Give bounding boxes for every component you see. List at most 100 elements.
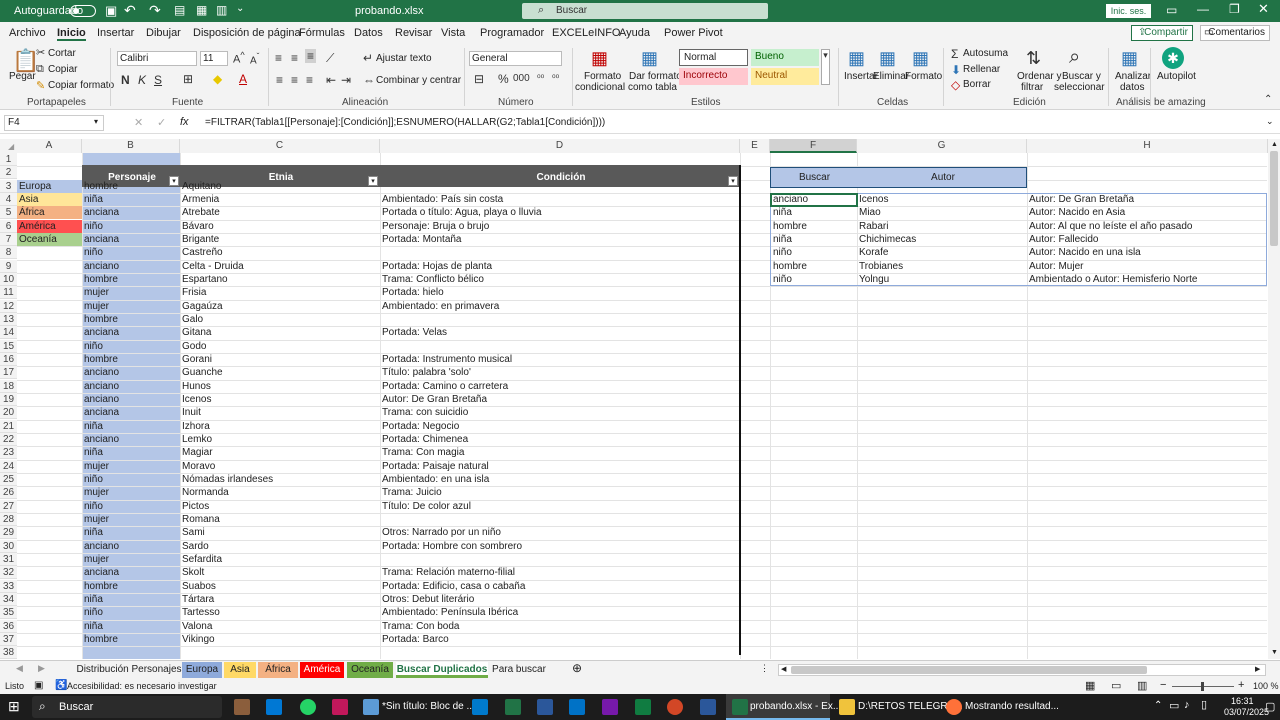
condicion-cell[interactable]: Portada: Hombre con sombrero [380, 540, 740, 553]
windows-start-icon[interactable]: ⊞ [8, 698, 20, 715]
etnia-cell[interactable]: Atrebate [180, 206, 380, 219]
vertical-scroll-thumb[interactable] [1270, 151, 1278, 246]
copy-label[interactable]: Copiar [48, 64, 77, 75]
condicion-cell[interactable]: Título: De color azul [380, 500, 740, 513]
column-header[interactable]: E [740, 139, 770, 153]
undo-icon[interactable]: ↶ [124, 2, 136, 19]
column-header[interactable]: A [17, 139, 82, 153]
page-layout-icon[interactable]: ▭ [1111, 679, 1121, 692]
redo-icon[interactable]: ↷ [149, 2, 161, 19]
fill-icon[interactable]: ⬇ [951, 63, 961, 77]
analyze-data-label-1[interactable]: Analizar [1115, 71, 1151, 82]
sort-icon[interactable]: ▥ [216, 3, 227, 17]
etnia-cell[interactable]: Gitana [180, 326, 380, 339]
customize-qat-icon[interactable]: ⌄ [236, 3, 244, 14]
column-header[interactable]: F [770, 139, 857, 153]
etnia-cell[interactable]: Normanda [180, 486, 380, 499]
autopilot-icon[interactable]: ✱ [1162, 47, 1184, 69]
row-header[interactable]: 31 [0, 553, 17, 566]
sheet-tab[interactable]: Buscar Duplicados [396, 662, 488, 678]
etnia-cell[interactable]: Valona [180, 620, 380, 633]
scroll-right-icon[interactable]: ▶ [1255, 665, 1260, 673]
volume-icon[interactable]: ♪ [1184, 699, 1190, 711]
autosum-label[interactable]: Autosuma [963, 48, 1008, 59]
sheet-tab[interactable]: Europa [182, 662, 222, 678]
increase-font-icon[interactable]: A^ [233, 50, 245, 66]
formula-input[interactable]: =FILTRAR(Tabla1[[Personaje]:[Condición]]… [205, 117, 1255, 128]
row-header[interactable]: 22 [0, 433, 17, 446]
align-middle-icon[interactable]: ≡ [291, 51, 298, 65]
etnia-cell[interactable]: Gagaúza [180, 300, 380, 313]
condicion-cell[interactable]: Portada: Edificio, casa o cabaña [380, 580, 740, 593]
etnia-cell[interactable]: Romana [180, 513, 380, 526]
sheet-tab[interactable]: Para buscar [490, 662, 548, 678]
condicion-cell[interactable]: Otros: Debut literário [380, 593, 740, 606]
etnia-cell[interactable]: Sardo [180, 540, 380, 553]
taskbar-app-firefox[interactable]: Mostrando resultad... [965, 701, 1059, 712]
whatsapp-icon[interactable] [300, 699, 316, 715]
ribbon-display-icon[interactable]: ▭ [1166, 3, 1177, 17]
insert-cells-icon[interactable]: ▦ [848, 48, 865, 69]
align-top-icon[interactable]: ≡ [275, 51, 282, 65]
region-cell[interactable]: Asia [17, 193, 82, 206]
column-header[interactable]: C [180, 139, 380, 153]
format-painter-label[interactable]: Copiar formato [48, 80, 114, 91]
sort-filter-icon[interactable]: ⇅ [1026, 48, 1041, 69]
scroll-left-icon[interactable]: ◀ [781, 665, 786, 673]
condicion-cell[interactable] [380, 340, 740, 353]
row-header[interactable]: 3 [0, 180, 17, 193]
find-select-label-2[interactable]: seleccionar [1054, 82, 1105, 93]
sheet-tab[interactable]: África [258, 662, 298, 678]
etnia-cell[interactable]: Galo [180, 313, 380, 326]
align-left-icon[interactable]: ≡ [276, 73, 283, 87]
comma-icon[interactable]: 000 [513, 73, 530, 84]
result-personaje-cell[interactable]: niño [771, 273, 857, 286]
region-cell[interactable]: Europa [17, 180, 82, 193]
etnia-cell[interactable]: Icenos [180, 393, 380, 406]
onenote-icon[interactable] [602, 699, 618, 715]
word-icon[interactable] [700, 699, 716, 715]
accessibility-icon[interactable]: ♿ [55, 680, 67, 691]
app-icon[interactable] [332, 699, 348, 715]
personaje-cell[interactable]: anciano [82, 380, 180, 393]
style-bueno[interactable]: Bueno [751, 49, 819, 66]
close-icon[interactable]: ✕ [1258, 1, 1269, 17]
personaje-cell[interactable]: anciana [82, 406, 180, 419]
condicion-cell[interactable]: Portada: Instrumento musical [380, 353, 740, 366]
column-header[interactable]: H [1027, 139, 1268, 153]
etnia-cell[interactable]: Inuit [180, 406, 380, 419]
etnia-cell[interactable]: Celta - Druida [180, 260, 380, 273]
personaje-cell[interactable]: anciano [82, 260, 180, 273]
personaje-cell[interactable]: niño [82, 340, 180, 353]
delete-cells-icon[interactable]: ▦ [879, 48, 896, 69]
personaje-cell[interactable]: anciana [82, 566, 180, 579]
etnia-cell[interactable]: Suabos [180, 580, 380, 593]
personaje-cell[interactable]: niño [82, 500, 180, 513]
clock-time[interactable]: 16:31 [1231, 696, 1254, 706]
sheet-tab[interactable]: América [300, 662, 344, 678]
merge-center-icon[interactable]: ⇔ [363, 73, 375, 87]
style-neutral[interactable]: Neutral [751, 68, 819, 85]
decrease-decimal-icon[interactable]: ⁰⁰ [552, 73, 559, 84]
etnia-cell[interactable]: Bávaro [180, 220, 380, 233]
etnia-cell[interactable]: Tartesso [180, 606, 380, 619]
personaje-cell[interactable]: anciano [82, 433, 180, 446]
sheet-tab[interactable]: Oceanía [347, 662, 393, 678]
condicion-cell[interactable]: Portada: Paisaje natural [380, 460, 740, 473]
personaje-cell[interactable]: niño [82, 220, 180, 233]
row-header[interactable]: 28 [0, 513, 17, 526]
result-condicion-cell[interactable]: Autor: Mujer [1027, 260, 1267, 273]
row-header[interactable]: 16 [0, 353, 17, 366]
result-condicion-cell[interactable]: Ambientado o Autor: Hemisferio Norte [1027, 273, 1267, 286]
result-personaje-cell[interactable]: hombre [771, 260, 857, 273]
personaje-cell[interactable]: hombre [82, 633, 180, 646]
format-painter-icon[interactable]: ✎ [36, 79, 45, 92]
row-header[interactable]: 24 [0, 460, 17, 473]
wrap-text-label[interactable]: Ajustar texto [376, 53, 432, 64]
condicion-cell[interactable]: Portada: Velas [380, 326, 740, 339]
scroll-up-icon[interactable]: ▲ [1271, 141, 1278, 148]
format-as-table-label-1[interactable]: Dar formato [629, 71, 682, 82]
tab-dibujar[interactable]: Dibujar [146, 27, 181, 39]
normal-view-icon[interactable]: ▦ [1085, 679, 1095, 692]
personaje-cell[interactable]: anciana [82, 206, 180, 219]
